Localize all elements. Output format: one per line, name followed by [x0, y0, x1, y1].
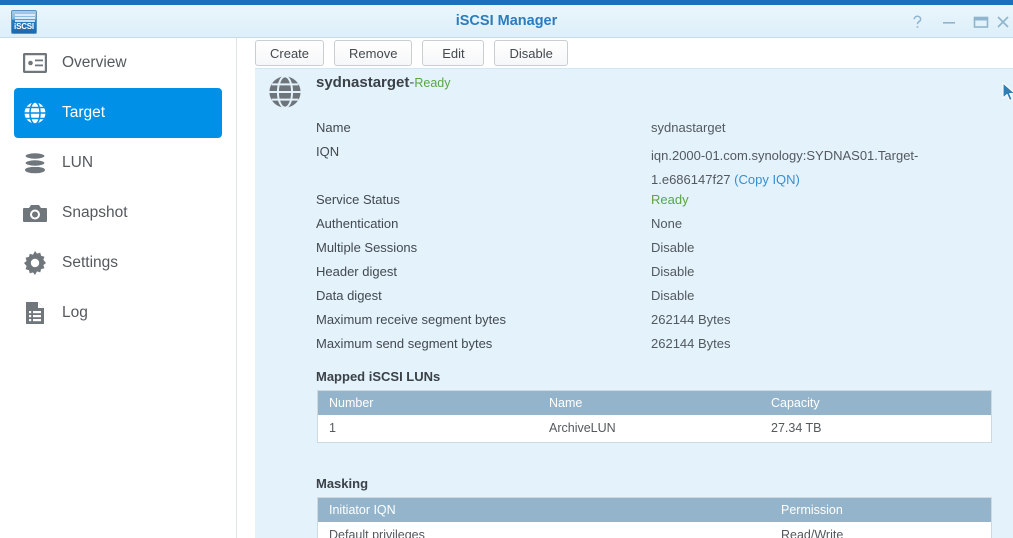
- table-row[interactable]: Default privileges Read/Write: [318, 522, 991, 538]
- column-header-capacity[interactable]: Capacity: [760, 391, 991, 415]
- field-service-status: Service Status Ready: [316, 192, 1006, 216]
- sidebar-item-label: Log: [62, 304, 88, 321]
- field-label: Data digest: [316, 288, 382, 303]
- copy-iqn-link[interactable]: (Copy IQN): [734, 172, 800, 187]
- field-label: Authentication: [316, 216, 399, 231]
- table-header-row: Initiator IQN Permission: [318, 498, 991, 522]
- mapped-luns-table: Number Name Capacity 1 ArchiveLUN 27.34 …: [317, 390, 992, 443]
- target-field-list: Name sydnastarget IQN iqn.2000-01.com.sy…: [316, 120, 1006, 360]
- field-label: Name: [316, 120, 351, 135]
- target-header: sydnastarget-Ready: [255, 69, 1013, 109]
- target-detail-panel: sydnastarget-Ready Name sydnastarget IQN…: [255, 68, 1013, 538]
- sidebar-item-target[interactable]: Target: [14, 88, 222, 138]
- minimize-icon[interactable]: [933, 5, 965, 38]
- edit-button[interactable]: Edit: [422, 40, 485, 66]
- column-header-name[interactable]: Name: [538, 391, 760, 415]
- sidebar-item-label: Target: [62, 104, 106, 121]
- sidebar-item-label: Settings: [62, 254, 119, 271]
- field-value: sydnastarget: [651, 120, 726, 135]
- field-multiple-sessions: Multiple Sessions Disable: [316, 240, 1006, 264]
- disable-button[interactable]: Disable: [494, 40, 568, 66]
- cell-initiator-iqn: Default privileges: [329, 528, 425, 538]
- column-header-initiator-iqn[interactable]: Initiator IQN: [318, 498, 770, 522]
- sidebar-item-settings[interactable]: Settings: [14, 238, 222, 288]
- field-name: Name sydnastarget: [316, 120, 1006, 144]
- table-row[interactable]: 1 ArchiveLUN 27.34 TB: [318, 415, 991, 442]
- cell-permission: Read/Write: [781, 528, 844, 538]
- target-name: sydnastarget: [316, 74, 410, 91]
- field-max-send-segment-bytes: Maximum send segment bytes 262144 Bytes: [316, 336, 1006, 360]
- field-label: Header digest: [316, 264, 397, 279]
- sidebar-item-snapshot[interactable]: Snapshot: [14, 188, 222, 238]
- sidebar-item-label: LUN: [62, 154, 94, 171]
- field-max-receive-segment-bytes: Maximum receive segment bytes 262144 Byt…: [316, 312, 1006, 336]
- target-title: sydnastarget-Ready: [316, 74, 451, 91]
- field-value: 262144 Bytes: [651, 312, 731, 327]
- globe-icon: [268, 75, 302, 109]
- field-value: Ready: [651, 192, 689, 207]
- field-data-digest: Data digest Disable: [316, 288, 1006, 312]
- overview-card-icon: [22, 50, 48, 76]
- field-label: Service Status: [316, 192, 400, 207]
- sidebar-item-log[interactable]: Log: [14, 288, 222, 338]
- field-value: None: [651, 216, 683, 231]
- field-value: 262144 Bytes: [651, 336, 731, 351]
- field-header-digest: Header digest Disable: [316, 264, 1006, 288]
- cell-capacity: 27.34 TB: [771, 421, 822, 435]
- cell-name: ArchiveLUN: [549, 421, 616, 435]
- column-header-permission[interactable]: Permission: [770, 498, 991, 522]
- title-bar: iSCSI iSCSI Manager: [0, 5, 1013, 38]
- toolbar: Create Remove Edit Disable: [255, 38, 1013, 68]
- sidebar-item-label: Snapshot: [62, 204, 128, 221]
- field-value: Disable: [651, 240, 695, 255]
- field-label: Multiple Sessions: [316, 240, 418, 255]
- window-title: iSCSI Manager: [455, 13, 558, 29]
- table-header-row: Number Name Capacity: [318, 391, 991, 415]
- globe-icon: [22, 100, 48, 126]
- field-value: Disable: [651, 264, 695, 279]
- field-label: Maximum receive segment bytes: [316, 312, 507, 327]
- database-icon: [22, 150, 48, 176]
- remove-button[interactable]: Remove: [334, 40, 413, 66]
- document-list-icon: [22, 300, 48, 326]
- field-label: IQN: [316, 144, 340, 159]
- field-value: iqn.2000-01.com.synology:SYDNAS01.Target…: [651, 144, 951, 192]
- masking-table: Initiator IQN Permission Default privile…: [317, 497, 992, 538]
- mapped-luns-title: Mapped iSCSI LUNs: [316, 369, 441, 384]
- target-status-badge: Ready: [414, 76, 451, 90]
- column-header-number[interactable]: Number: [318, 391, 538, 415]
- masking-title: Masking: [316, 476, 369, 491]
- camera-icon: [22, 200, 48, 226]
- iscsi-manager-window: iSCSI iSCSI Manager Overview Target LUN …: [0, 0, 1013, 538]
- field-authentication: Authentication None: [316, 216, 1006, 240]
- sidebar: Overview Target LUN Snapshot Settings Lo…: [0, 38, 237, 538]
- sidebar-item-label: Overview: [62, 54, 127, 71]
- field-value: Disable: [651, 288, 695, 303]
- close-icon[interactable]: [997, 5, 1011, 38]
- gear-icon: [22, 250, 48, 276]
- field-label: Maximum send segment bytes: [316, 336, 493, 351]
- field-iqn: IQN iqn.2000-01.com.synology:SYDNAS01.Ta…: [316, 144, 1006, 192]
- create-button[interactable]: Create: [255, 40, 325, 66]
- maximize-icon[interactable]: [965, 5, 997, 38]
- sidebar-item-lun[interactable]: LUN: [14, 138, 222, 188]
- help-icon[interactable]: [901, 5, 933, 38]
- cell-number: 1: [329, 421, 336, 435]
- sidebar-item-overview[interactable]: Overview: [14, 38, 222, 88]
- window-controls: [901, 5, 1011, 38]
